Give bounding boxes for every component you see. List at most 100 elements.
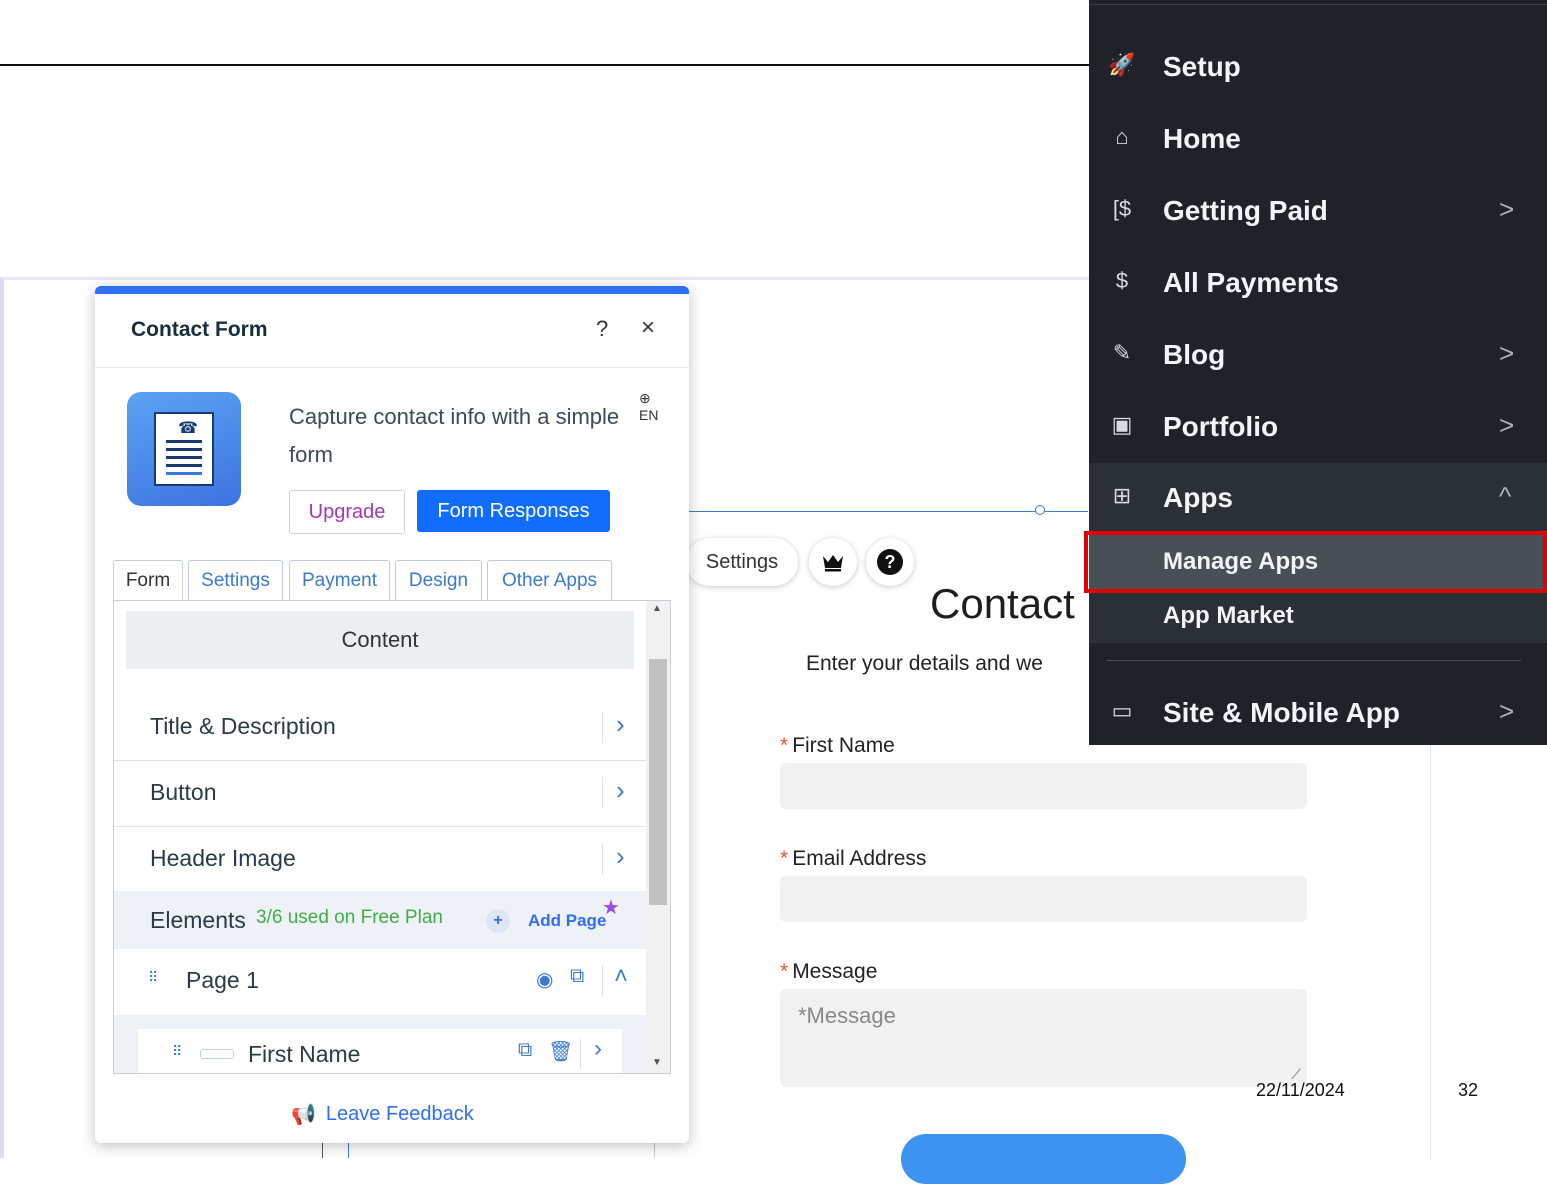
language-code: EN: [639, 407, 659, 423]
chevron-right-icon: >: [1499, 410, 1515, 440]
nav-item-site-mobile-app[interactable]: ▭ Site & Mobile App >: [1089, 678, 1547, 750]
nav-item-all-payments[interactable]: $ All Payments: [1089, 248, 1547, 320]
row-label: Header Image: [150, 845, 296, 871]
premium-button[interactable]: [809, 538, 857, 586]
slide-number: 32: [1458, 1080, 1479, 1100]
nav-label: Setup: [1163, 51, 1241, 82]
divider: [602, 843, 603, 875]
panel-close-button[interactable]: ×: [641, 314, 655, 342]
elements-usage: 3/6 used on Free Plan: [256, 907, 443, 928]
add-page-button[interactable]: Add Page: [528, 911, 606, 931]
drag-handle-icon[interactable]: ⠿: [148, 969, 158, 986]
duplicate-icon[interactable]: ⧉: [518, 1039, 532, 1062]
divider: [602, 965, 603, 997]
chevron-right-icon: ›: [616, 709, 625, 739]
scroll-down-arrow-icon[interactable]: ▼: [652, 1057, 662, 1068]
button-row[interactable]: Button ›: [114, 761, 646, 827]
chevron-right-icon: ›: [616, 775, 625, 805]
required-marker: *: [780, 734, 789, 757]
selection-handle[interactable]: [1035, 505, 1045, 515]
message-label-text: Message: [792, 960, 878, 983]
scrollbar[interactable]: ▲ ▼: [646, 601, 670, 1073]
portfolio-icon: ▣: [1111, 412, 1133, 437]
tab-other-apps[interactable]: Other Apps: [487, 560, 612, 600]
feedback-label: Leave Feedback: [325, 1103, 474, 1125]
home-icon: ⌂: [1115, 124, 1129, 149]
message-textarea[interactable]: *Message ⟋: [780, 989, 1307, 1087]
panel-title: Contact Form: [131, 318, 268, 341]
title-description-row[interactable]: Title & Description ›: [114, 695, 646, 761]
nav-item-getting-paid[interactable]: [$ Getting Paid >: [1089, 176, 1547, 248]
page-1-row[interactable]: ⠿ Page 1 ◉ ⧉ ˄: [114, 949, 646, 1016]
pen-nib-icon: ✎: [1112, 340, 1132, 365]
nav-item-apps[interactable]: ⊞ Apps ^: [1089, 463, 1547, 535]
first-name-label: * First Name: [780, 734, 895, 758]
scroll-up-arrow-icon[interactable]: ▲: [652, 603, 662, 614]
toolbar-settings-button[interactable]: Settings: [686, 538, 798, 586]
required-marker: *: [780, 847, 789, 870]
duplicate-icon[interactable]: ⧉: [570, 965, 584, 988]
panel-header: Contact Form ? ×: [95, 294, 689, 368]
scrollbar-thumb[interactable]: [649, 659, 667, 905]
tab-design[interactable]: Design: [395, 560, 482, 600]
email-label: * Email Address: [780, 847, 926, 871]
form-content-list: Content Title & Description › Button › H…: [113, 600, 671, 1074]
panel-help-button[interactable]: ?: [596, 316, 608, 342]
header-image-row[interactable]: Header Image ›: [114, 827, 646, 893]
phone-icon: ☎: [178, 420, 198, 437]
upgrade-button[interactable]: Upgrade: [289, 490, 405, 534]
nav-label: Blog: [1163, 339, 1226, 370]
first-name-field-item[interactable]: ⠿ First Name ⧉ 🗑 ›: [138, 1029, 622, 1073]
invoice-icon: [$: [1112, 196, 1132, 221]
required-marker: *: [780, 960, 789, 983]
submit-button[interactable]: [901, 1134, 1186, 1184]
megaphone-icon: 📢: [291, 1104, 316, 1126]
email-input[interactable]: [780, 876, 1307, 922]
chevron-up-icon[interactable]: ˄: [614, 963, 628, 991]
divider: [580, 1039, 581, 1069]
tab-settings[interactable]: Settings: [188, 560, 283, 600]
chevron-right-icon[interactable]: ›: [594, 1035, 602, 1063]
contact-form-panel: Contact Form ? × ☎ Capture contact info …: [95, 286, 689, 1143]
chevron-right-icon: >: [1499, 338, 1515, 368]
canvas-marker: [654, 1143, 655, 1158]
tab-payment[interactable]: Payment: [289, 560, 390, 600]
plus-icon[interactable]: +: [486, 909, 510, 933]
text-field-icon: [200, 1049, 234, 1059]
nav-item-blog[interactable]: ✎ Blog >: [1089, 320, 1547, 392]
nav-subitem-app-market[interactable]: App Market: [1089, 589, 1547, 643]
devices-icon: ▭: [1111, 698, 1133, 723]
rocket-icon: 🚀: [1108, 52, 1136, 77]
page-fields-area: ⠿ First Name ⧉ 🗑 ›: [114, 1015, 646, 1073]
message-label: * Message: [780, 960, 877, 984]
trash-icon[interactable]: 🗑: [548, 1039, 573, 1064]
dashboard-nav-menu: 🚀 Setup ⌂ Home [$ Getting Paid > $ All P…: [1089, 0, 1547, 745]
language-selector[interactable]: ⊕ EN: [639, 390, 673, 423]
nav-sublabel: App Market: [1163, 602, 1294, 629]
app-info-card: ☎ Capture contact info with a simple for…: [113, 390, 673, 545]
chevron-right-icon: >: [1499, 696, 1515, 726]
form-responses-button[interactable]: Form Responses: [417, 490, 610, 532]
first-name-input[interactable]: [780, 763, 1307, 809]
chevron-right-icon: >: [1499, 194, 1515, 224]
nav-label: Home: [1163, 123, 1241, 154]
content-heading: Content: [126, 611, 634, 669]
site-form-subtitle: Enter your details and we: [806, 652, 1043, 675]
eye-icon[interactable]: ◉: [536, 967, 553, 992]
divider: [602, 777, 603, 809]
slide-date: 22/11/2024: [1256, 1080, 1345, 1100]
menu-divider: [1107, 660, 1521, 661]
nav-item-setup[interactable]: 🚀 Setup: [1089, 32, 1547, 104]
premium-star-icon: ★: [602, 897, 620, 919]
email-label-text: Email Address: [792, 847, 927, 870]
drag-handle-icon[interactable]: ⠿: [172, 1043, 182, 1060]
chevron-up-icon: ^: [1499, 481, 1512, 511]
help-button[interactable]: ?: [866, 538, 914, 586]
leave-feedback-link[interactable]: 📢 Leave Feedback: [291, 1102, 474, 1127]
manage-apps-highlight-box: [1084, 531, 1547, 593]
tab-form[interactable]: Form: [113, 560, 183, 600]
nav-item-home[interactable]: ⌂ Home: [1089, 104, 1547, 176]
divider: [602, 711, 603, 743]
globe-icon: ⊕: [639, 390, 651, 406]
nav-item-portfolio[interactable]: ▣ Portfolio >: [1089, 392, 1547, 464]
